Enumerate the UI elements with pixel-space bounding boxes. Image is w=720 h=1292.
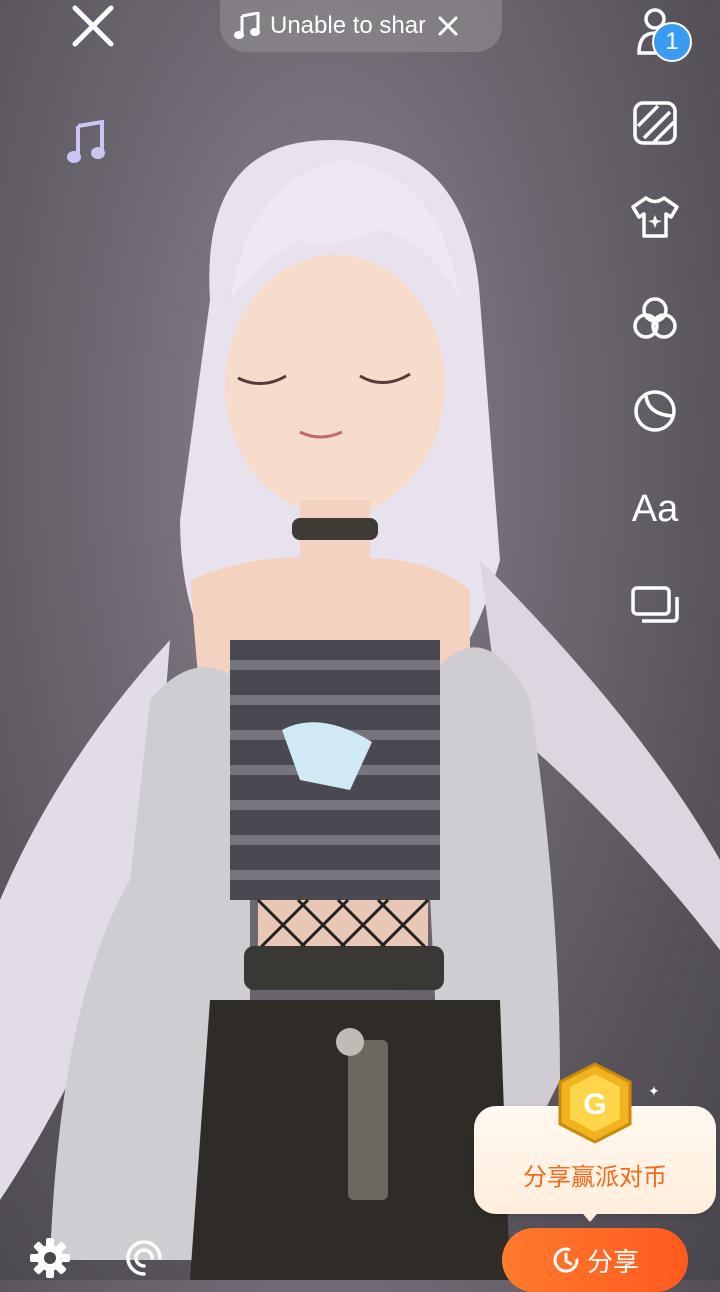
close-button[interactable] (62, 0, 124, 52)
share-clock-icon (553, 1247, 579, 1273)
sparkle-icon: ✦ (648, 1084, 660, 1100)
striped-square-icon (633, 101, 677, 145)
filter-button[interactable] (624, 288, 686, 350)
layout-button[interactable] (624, 574, 686, 636)
circles-icon (633, 297, 677, 339)
gear-icon[interactable] (28, 1236, 72, 1280)
dismiss-icon[interactable] (437, 15, 459, 37)
moon-icon (634, 390, 676, 432)
tshirt-icon (631, 196, 679, 238)
share-button[interactable]: 分享 (502, 1228, 688, 1292)
music-note-icon (234, 12, 260, 39)
music-status-text: Unable to share (270, 12, 425, 39)
text-tool-button[interactable]: Aa (624, 478, 686, 540)
text-tool-label: Aa (631, 487, 679, 530)
promo-bubble-tail (578, 1208, 602, 1222)
notification-badge: 1 (652, 22, 692, 62)
music-status-pill[interactable]: Unable to share (220, 0, 502, 52)
layers-icon (631, 586, 679, 623)
svg-text:G: G (583, 1088, 606, 1121)
close-icon (72, 5, 114, 47)
lighting-button[interactable] (624, 380, 686, 442)
background-button[interactable] (624, 92, 686, 154)
coin-icon: G (558, 1062, 632, 1144)
music-note-icon[interactable] (66, 120, 106, 166)
outfit-button[interactable] (624, 186, 686, 248)
promo-label: 分享赢派对币 (523, 1163, 667, 1191)
share-label: 分享 (586, 1247, 639, 1278)
swirl-icon[interactable] (124, 1238, 164, 1278)
